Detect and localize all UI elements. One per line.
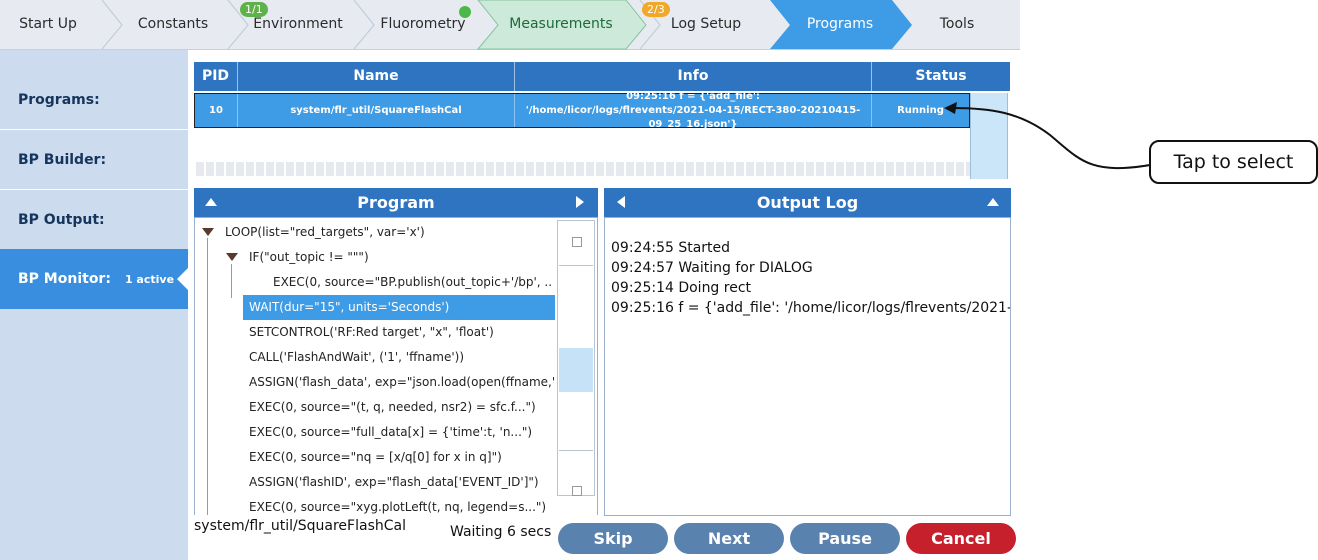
column-header-name: Name (238, 62, 515, 91)
row-info: 09:25:16 f = {'add_file': '/home/licor/l… (515, 91, 872, 130)
expand-caret-icon[interactable] (202, 228, 214, 236)
table-empty-area (196, 162, 970, 176)
log-line: 09:24:55 Started (611, 240, 731, 256)
expand-caret-icon[interactable] (226, 253, 238, 261)
program-scrollbar[interactable] (557, 220, 595, 496)
output-log-header: Output Log (604, 188, 1011, 217)
tree-line-assign[interactable]: ASSIGN('flash_data', exp="json.load(open… (249, 370, 555, 395)
log-line: 09:25:14 Doing rect (611, 280, 752, 296)
tab-label: Constants (137, 16, 209, 32)
log-setup-badge: 2/3 (642, 2, 670, 17)
output-log-title: Output Log (756, 193, 859, 212)
active-count: 1 active (124, 272, 175, 286)
row-info-line2: '/home/licor/logs/flrevents/2021-04-15/R… (525, 104, 861, 130)
tab-programs[interactable]: Programs (790, 0, 890, 49)
sidebar: Programs: BP Builder: BP Output: BP Moni… (0, 50, 188, 560)
top-navigation: Start Up Constants Environment 1/1 Fluor… (0, 0, 1020, 50)
tree-line-if[interactable]: IF("out_topic != """) (249, 245, 369, 270)
collapse-up-icon[interactable] (205, 198, 217, 206)
tree-guide-line (231, 264, 232, 298)
tab-label: Log Setup (670, 16, 742, 32)
scroll-thumb[interactable] (559, 348, 593, 392)
wait-status: Waiting 6 secs (450, 524, 552, 540)
scroll-down-square-icon[interactable] (572, 486, 582, 496)
tree-line-call[interactable]: CALL('FlashAndWait', ('1', 'ffname')) (249, 345, 464, 370)
cancel-button[interactable]: Cancel (906, 523, 1016, 554)
tree-line-setcontrol[interactable]: SETCONTROL('RF:Red target', "x", 'float'… (249, 320, 494, 345)
collapse-left-icon[interactable] (617, 196, 625, 208)
callout-box: Tap to select (1149, 140, 1318, 184)
column-header-info: Info (515, 62, 872, 91)
row-pid: 10 (195, 94, 238, 127)
tree-line-loop[interactable]: LOOP(list="red_targets", var='x') (225, 220, 425, 245)
pause-button[interactable]: Pause (790, 523, 900, 554)
tab-constants[interactable]: Constants (118, 0, 228, 49)
tree-guide-line (207, 238, 208, 515)
tab-label: Start Up (19, 16, 77, 32)
output-log: 09:24:55 Started 09:24:57 Waiting for DI… (604, 217, 1011, 516)
column-header-status: Status (872, 62, 1010, 91)
selection-notch (177, 268, 188, 290)
sidebar-item-label: BP Builder: (18, 151, 107, 168)
sidebar-item-programs[interactable]: Programs: (0, 70, 188, 130)
program-panel-title: Program (357, 193, 435, 212)
tab-log-setup[interactable]: Log Setup (656, 0, 756, 49)
programs-table: PID Name Info Status 10 system/flr_util/… (194, 62, 1010, 180)
tab-start-up[interactable]: Start Up (0, 0, 96, 49)
tab-tools[interactable]: Tools (912, 0, 1002, 49)
tree-line-exec[interactable]: EXEC(0, source="BP.publish(out_topic+'/b… (273, 270, 552, 295)
fluorometry-status-dot (459, 6, 471, 18)
tab-label: Tools (939, 16, 975, 32)
program-panel-header: Program (194, 188, 598, 217)
tab-label: Programs (806, 16, 874, 32)
tab-label: Fluorometry (380, 16, 466, 32)
sidebar-item-label: BP Monitor: (18, 271, 111, 287)
table-scrollbar[interactable] (970, 93, 1008, 179)
tree-line-exec[interactable]: EXEC(0, source="nq = [x/q[0] for x in q]… (249, 445, 502, 470)
tab-label: Environment (253, 16, 343, 32)
next-button[interactable]: Next (674, 523, 784, 554)
skip-button[interactable]: Skip (558, 523, 668, 554)
program-tree: LOOP(list="red_targets", var='x') IF("ou… (194, 217, 598, 515)
tree-line-exec[interactable]: EXEC(0, source="(t, q, needed, nsr2) = s… (249, 395, 536, 420)
tree-line-exec[interactable]: EXEC(0, source="xyg.plotLeft(t, nq, lege… (249, 495, 546, 515)
table-row[interactable]: 10 system/flr_util/SquareFlashCal 09:25:… (194, 91, 970, 130)
scroll-up-square-icon[interactable] (572, 237, 582, 247)
tab-measurements[interactable]: Measurements (498, 0, 624, 49)
expand-right-icon[interactable] (576, 196, 584, 208)
log-line: 09:24:57 Waiting for DIALOG (611, 260, 813, 276)
tab-label: Measurements (509, 16, 613, 32)
row-status: Running (897, 104, 944, 116)
sidebar-item-label: BP Output: (18, 212, 105, 228)
environment-badge: 1/1 (240, 2, 268, 17)
row-info-line1: 09:25:16 f = {'add_file': (626, 90, 760, 102)
column-header-pid: PID (194, 62, 238, 91)
tree-line-assign[interactable]: ASSIGN('flashID', exp="flash_data['EVENT… (249, 470, 539, 495)
collapse-up-icon[interactable] (987, 198, 999, 206)
sidebar-item-bp-output[interactable]: BP Output: (0, 190, 188, 250)
program-path: system/flr_util/SquareFlashCal (194, 518, 406, 534)
callout-text: Tap to select (1173, 151, 1294, 173)
log-line: 09:25:16 f = {'add_file': '/home/licor/l… (611, 300, 1011, 316)
tree-line-wait-selected[interactable]: WAIT(dur="15", units='Seconds') (243, 295, 555, 320)
sidebar-item-label: Programs: (18, 91, 100, 108)
tree-line-exec[interactable]: EXEC(0, source="full_data[x] = {'time':t… (249, 420, 532, 445)
sidebar-item-bp-monitor[interactable]: BP Monitor: 1 active (0, 249, 188, 309)
sidebar-item-bp-builder[interactable]: BP Builder: (0, 130, 188, 190)
row-name: system/flr_util/SquareFlashCal (238, 94, 515, 127)
